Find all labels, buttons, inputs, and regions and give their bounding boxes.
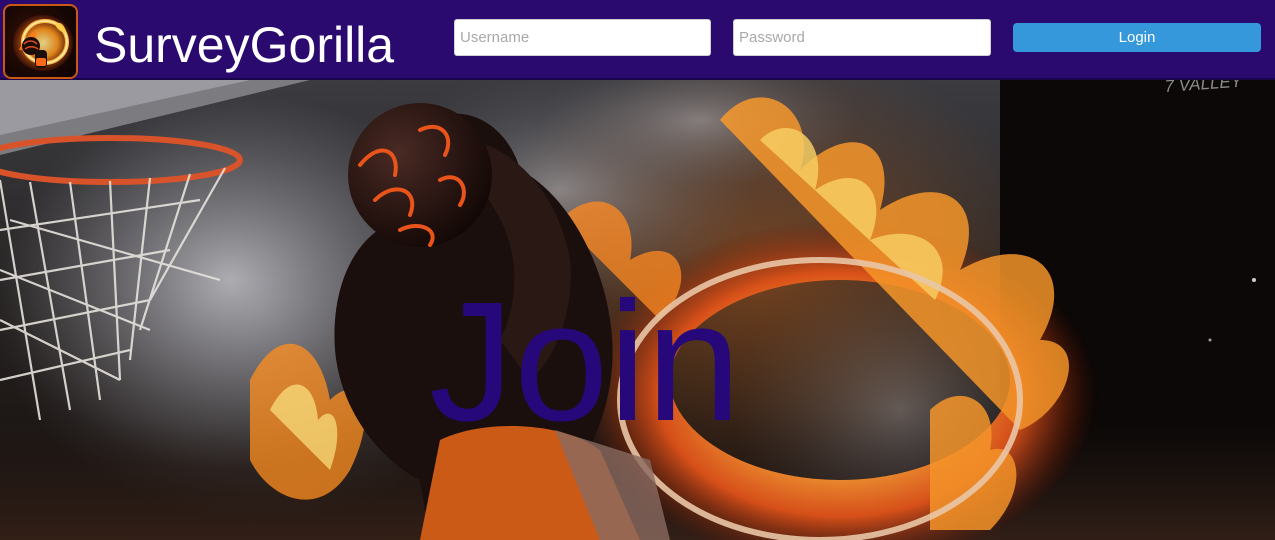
login-button[interactable]: Login <box>1013 23 1261 52</box>
flaming-hoop-logo[interactable] <box>3 4 78 79</box>
top-header-bar: SurveyGorilla Login <box>0 0 1275 80</box>
username-input[interactable] <box>454 19 711 56</box>
join-headline[interactable]: Join <box>0 277 1170 447</box>
flaming-hoop-logo-icon <box>13 15 73 71</box>
brand-title: SurveyGorilla <box>94 17 395 73</box>
hero-banner-image: 7 VALLEY Join <box>0 80 1275 540</box>
password-input[interactable] <box>733 19 991 56</box>
survey-gorilla-page: SurveyGorilla Login <box>0 0 1275 540</box>
